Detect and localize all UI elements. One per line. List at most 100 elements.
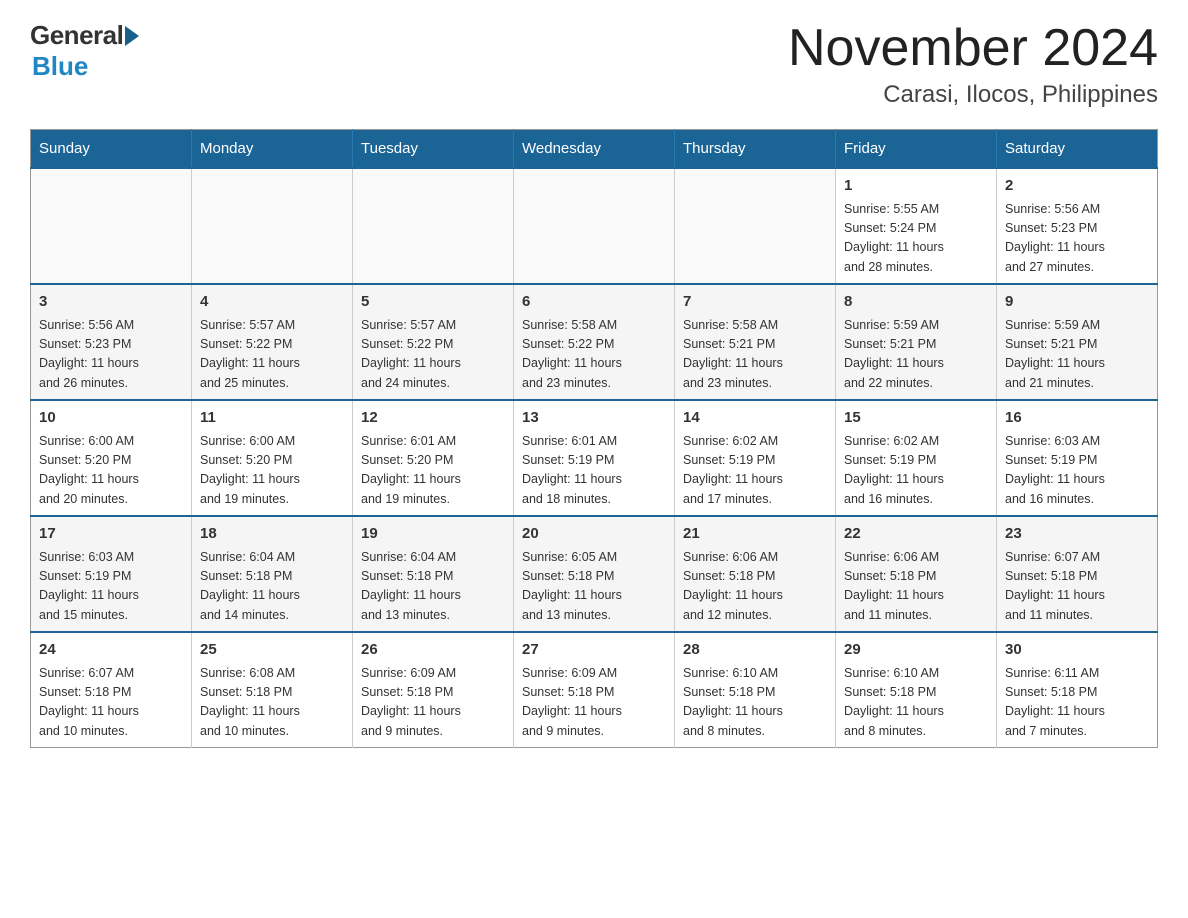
day-number: 3 [39, 291, 183, 314]
day-info: Sunrise: 6:08 AM Sunset: 5:18 PM Dayligh… [200, 664, 344, 742]
calendar-cell: 17Sunrise: 6:03 AM Sunset: 5:19 PM Dayli… [31, 516, 192, 632]
calendar-cell: 7Sunrise: 5:58 AM Sunset: 5:21 PM Daylig… [675, 284, 836, 400]
calendar-cell: 26Sunrise: 6:09 AM Sunset: 5:18 PM Dayli… [353, 632, 514, 748]
day-number: 16 [1005, 407, 1149, 430]
day-number: 11 [200, 407, 344, 430]
day-info: Sunrise: 6:07 AM Sunset: 5:18 PM Dayligh… [1005, 548, 1149, 626]
day-info: Sunrise: 6:02 AM Sunset: 5:19 PM Dayligh… [683, 432, 827, 510]
logo-arrow-icon [125, 26, 139, 46]
calendar-cell: 13Sunrise: 6:01 AM Sunset: 5:19 PM Dayli… [514, 400, 675, 516]
day-info: Sunrise: 6:00 AM Sunset: 5:20 PM Dayligh… [39, 432, 183, 510]
day-number: 10 [39, 407, 183, 430]
page-header: General Blue November 2024 Carasi, Iloco… [30, 20, 1158, 109]
day-info: Sunrise: 6:06 AM Sunset: 5:18 PM Dayligh… [844, 548, 988, 626]
calendar-cell: 25Sunrise: 6:08 AM Sunset: 5:18 PM Dayli… [192, 632, 353, 748]
calendar-cell [675, 168, 836, 284]
day-number: 9 [1005, 291, 1149, 314]
calendar-cell: 29Sunrise: 6:10 AM Sunset: 5:18 PM Dayli… [836, 632, 997, 748]
calendar-cell [514, 168, 675, 284]
day-info: Sunrise: 6:01 AM Sunset: 5:19 PM Dayligh… [522, 432, 666, 510]
calendar-table: SundayMondayTuesdayWednesdayThursdayFrid… [30, 129, 1158, 748]
day-info: Sunrise: 6:07 AM Sunset: 5:18 PM Dayligh… [39, 664, 183, 742]
day-info: Sunrise: 6:03 AM Sunset: 5:19 PM Dayligh… [1005, 432, 1149, 510]
calendar-cell: 12Sunrise: 6:01 AM Sunset: 5:20 PM Dayli… [353, 400, 514, 516]
calendar-cell: 6Sunrise: 5:58 AM Sunset: 5:22 PM Daylig… [514, 284, 675, 400]
day-number: 25 [200, 639, 344, 662]
logo-blue-text: Blue [32, 51, 88, 82]
calendar-cell: 15Sunrise: 6:02 AM Sunset: 5:19 PM Dayli… [836, 400, 997, 516]
location-title: Carasi, Ilocos, Philippines [788, 81, 1158, 109]
calendar-cell: 27Sunrise: 6:09 AM Sunset: 5:18 PM Dayli… [514, 632, 675, 748]
day-info: Sunrise: 6:11 AM Sunset: 5:18 PM Dayligh… [1005, 664, 1149, 742]
calendar-week-row: 1Sunrise: 5:55 AM Sunset: 5:24 PM Daylig… [31, 168, 1158, 284]
calendar-body: 1Sunrise: 5:55 AM Sunset: 5:24 PM Daylig… [31, 168, 1158, 748]
weekday-header-wednesday: Wednesday [514, 130, 675, 169]
calendar-week-row: 10Sunrise: 6:00 AM Sunset: 5:20 PM Dayli… [31, 400, 1158, 516]
calendar-cell: 22Sunrise: 6:06 AM Sunset: 5:18 PM Dayli… [836, 516, 997, 632]
day-number: 30 [1005, 639, 1149, 662]
calendar-cell: 10Sunrise: 6:00 AM Sunset: 5:20 PM Dayli… [31, 400, 192, 516]
day-number: 13 [522, 407, 666, 430]
day-info: Sunrise: 5:56 AM Sunset: 5:23 PM Dayligh… [1005, 200, 1149, 278]
day-info: Sunrise: 6:00 AM Sunset: 5:20 PM Dayligh… [200, 432, 344, 510]
day-info: Sunrise: 6:04 AM Sunset: 5:18 PM Dayligh… [361, 548, 505, 626]
day-info: Sunrise: 5:56 AM Sunset: 5:23 PM Dayligh… [39, 316, 183, 394]
weekday-header-thursday: Thursday [675, 130, 836, 169]
day-number: 22 [844, 523, 988, 546]
day-number: 24 [39, 639, 183, 662]
day-number: 5 [361, 291, 505, 314]
weekday-header-sunday: Sunday [31, 130, 192, 169]
day-info: Sunrise: 6:03 AM Sunset: 5:19 PM Dayligh… [39, 548, 183, 626]
month-title: November 2024 [788, 20, 1158, 77]
logo: General Blue [30, 20, 139, 82]
weekday-header-saturday: Saturday [997, 130, 1158, 169]
day-number: 1 [844, 175, 988, 198]
calendar-cell: 4Sunrise: 5:57 AM Sunset: 5:22 PM Daylig… [192, 284, 353, 400]
calendar-cell: 14Sunrise: 6:02 AM Sunset: 5:19 PM Dayli… [675, 400, 836, 516]
day-info: Sunrise: 5:59 AM Sunset: 5:21 PM Dayligh… [1005, 316, 1149, 394]
calendar-cell [31, 168, 192, 284]
calendar-cell: 19Sunrise: 6:04 AM Sunset: 5:18 PM Dayli… [353, 516, 514, 632]
calendar-cell: 21Sunrise: 6:06 AM Sunset: 5:18 PM Dayli… [675, 516, 836, 632]
day-number: 12 [361, 407, 505, 430]
day-number: 2 [1005, 175, 1149, 198]
day-info: Sunrise: 6:04 AM Sunset: 5:18 PM Dayligh… [200, 548, 344, 626]
day-info: Sunrise: 5:57 AM Sunset: 5:22 PM Dayligh… [361, 316, 505, 394]
day-number: 4 [200, 291, 344, 314]
weekday-header-monday: Monday [192, 130, 353, 169]
day-number: 6 [522, 291, 666, 314]
day-info: Sunrise: 5:58 AM Sunset: 5:22 PM Dayligh… [522, 316, 666, 394]
day-info: Sunrise: 5:58 AM Sunset: 5:21 PM Dayligh… [683, 316, 827, 394]
calendar-cell [192, 168, 353, 284]
day-info: Sunrise: 6:10 AM Sunset: 5:18 PM Dayligh… [844, 664, 988, 742]
logo-general-text: General [30, 20, 123, 51]
day-info: Sunrise: 6:05 AM Sunset: 5:18 PM Dayligh… [522, 548, 666, 626]
day-info: Sunrise: 6:02 AM Sunset: 5:19 PM Dayligh… [844, 432, 988, 510]
day-number: 17 [39, 523, 183, 546]
calendar-week-row: 3Sunrise: 5:56 AM Sunset: 5:23 PM Daylig… [31, 284, 1158, 400]
calendar-cell: 20Sunrise: 6:05 AM Sunset: 5:18 PM Dayli… [514, 516, 675, 632]
weekday-header-tuesday: Tuesday [353, 130, 514, 169]
calendar-cell: 24Sunrise: 6:07 AM Sunset: 5:18 PM Dayli… [31, 632, 192, 748]
calendar-cell: 23Sunrise: 6:07 AM Sunset: 5:18 PM Dayli… [997, 516, 1158, 632]
calendar-cell: 11Sunrise: 6:00 AM Sunset: 5:20 PM Dayli… [192, 400, 353, 516]
calendar-cell [353, 168, 514, 284]
day-info: Sunrise: 5:57 AM Sunset: 5:22 PM Dayligh… [200, 316, 344, 394]
day-number: 26 [361, 639, 505, 662]
day-number: 27 [522, 639, 666, 662]
day-number: 21 [683, 523, 827, 546]
day-info: Sunrise: 6:09 AM Sunset: 5:18 PM Dayligh… [522, 664, 666, 742]
day-number: 29 [844, 639, 988, 662]
calendar-cell: 28Sunrise: 6:10 AM Sunset: 5:18 PM Dayli… [675, 632, 836, 748]
calendar-cell: 18Sunrise: 6:04 AM Sunset: 5:18 PM Dayli… [192, 516, 353, 632]
title-section: November 2024 Carasi, Ilocos, Philippine… [788, 20, 1158, 109]
calendar-week-row: 17Sunrise: 6:03 AM Sunset: 5:19 PM Dayli… [31, 516, 1158, 632]
day-number: 23 [1005, 523, 1149, 546]
day-info: Sunrise: 6:06 AM Sunset: 5:18 PM Dayligh… [683, 548, 827, 626]
day-number: 19 [361, 523, 505, 546]
day-number: 8 [844, 291, 988, 314]
calendar-cell: 30Sunrise: 6:11 AM Sunset: 5:18 PM Dayli… [997, 632, 1158, 748]
calendar-header: SundayMondayTuesdayWednesdayThursdayFrid… [31, 130, 1158, 169]
day-number: 14 [683, 407, 827, 430]
day-number: 20 [522, 523, 666, 546]
